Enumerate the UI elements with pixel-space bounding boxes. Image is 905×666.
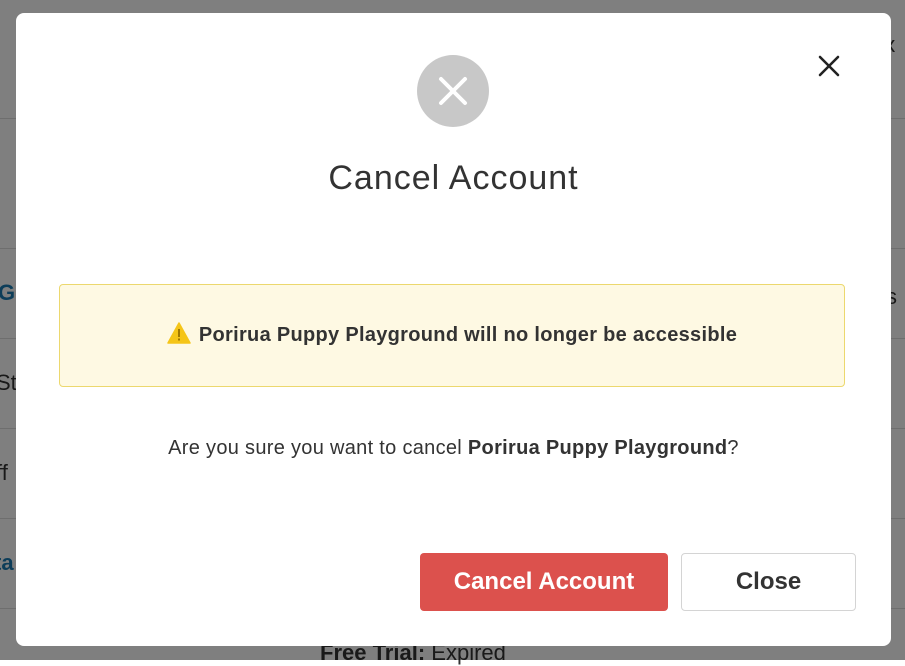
close-icon[interactable] [814,51,844,81]
confirm-question: Are you sure you want to cancel Porirua … [16,437,891,460]
confirm-account-name: Porirua Puppy Playground [468,437,727,459]
warning-alert: Porirua Puppy Playground will no longer … [59,284,845,387]
warning-icon [167,322,191,350]
x-circle-icon [417,55,489,127]
confirm-suffix: ? [727,437,738,459]
cancel-account-modal: Cancel Account Porirua Puppy Playground … [16,13,891,646]
cancel-account-button[interactable]: Cancel Account [420,553,668,611]
warning-text: Porirua Puppy Playground will no longer … [199,324,737,346]
confirm-prefix: Are you sure you want to cancel [168,437,462,459]
close-button[interactable]: Close [681,553,856,611]
warning-message: Porirua Puppy Playground will no longer … [167,322,737,350]
modal-title: Cancel Account [16,159,891,198]
